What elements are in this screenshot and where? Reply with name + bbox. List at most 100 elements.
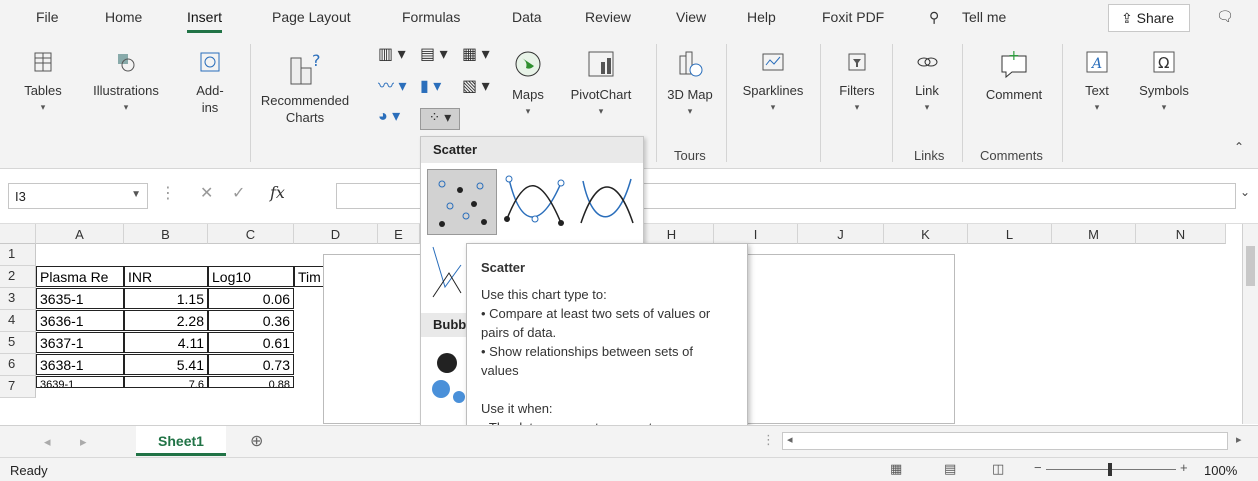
zoom-level[interactable]: 100% — [1204, 463, 1237, 478]
cell-b7[interactable]: 7.6 — [124, 376, 208, 388]
zoom-out-icon[interactable]: − — [1034, 460, 1042, 475]
tell-me-box[interactable]: Tell me — [962, 9, 1006, 25]
cell-b6[interactable]: 5.41 — [124, 354, 208, 375]
cell-c3[interactable]: 0.06 — [208, 288, 294, 309]
filters-button[interactable]: Filters ▾ — [828, 48, 886, 116]
cell-a3[interactable]: 3635-1 — [36, 288, 124, 309]
link-button[interactable]: Link ▾ — [902, 48, 952, 116]
column-header[interactable]: D — [294, 224, 378, 244]
tab-data[interactable]: Data — [512, 9, 542, 25]
enter-icon[interactable]: ✓ — [232, 183, 245, 203]
tab-help[interactable]: Help — [747, 9, 776, 25]
search-icon[interactable]: ⚲ — [929, 9, 939, 26]
sparklines-button[interactable]: Sparklines ▾ — [734, 48, 812, 116]
row-header[interactable]: 6 — [0, 354, 36, 376]
line-chart-icon[interactable]: 〰 ▾ — [378, 78, 406, 95]
row-header[interactable]: 4 — [0, 310, 36, 332]
tab-foxit-pdf[interactable]: Foxit PDF — [822, 9, 884, 25]
column-header[interactable]: M — [1052, 224, 1136, 244]
column-header[interactable]: J — [798, 224, 884, 244]
horizontal-scrollbar[interactable]: ◂ — [782, 432, 1228, 450]
cell-b5[interactable]: 4.11 — [124, 332, 208, 353]
tab-view[interactable]: View — [676, 9, 706, 25]
share-button[interactable]: ⇪ Share — [1108, 4, 1190, 32]
cell-c7[interactable]: 0.88 — [208, 376, 294, 388]
cell-d2[interactable]: Tim — [294, 266, 324, 287]
insert-function-icon[interactable]: fx — [270, 183, 285, 202]
tab-page-layout[interactable]: Page Layout — [272, 9, 351, 25]
addins-button[interactable]: Add-ins — [190, 48, 230, 116]
cell-b2[interactable]: INR — [124, 266, 208, 287]
add-sheet-icon[interactable]: ⊕ — [250, 431, 263, 451]
normal-view-icon[interactable]: ▦ — [890, 461, 902, 477]
tab-review[interactable]: Review — [585, 9, 631, 25]
scatter-smooth-markers-thumbnail[interactable] — [501, 169, 571, 235]
scatter-thumbnail[interactable] — [427, 169, 497, 235]
pivotchart-button[interactable]: PivotChart ▾ — [560, 48, 642, 120]
column-header[interactable]: E — [378, 224, 420, 244]
tables-button[interactable]: Tables ▾ — [18, 48, 68, 116]
cell-b3[interactable]: 1.15 — [124, 288, 208, 309]
cell-a5[interactable]: 3637-1 — [36, 332, 124, 353]
comment-button[interactable]: + Comment — [972, 48, 1056, 103]
row-header[interactable]: 3 — [0, 288, 36, 310]
cell-b4[interactable]: 2.28 — [124, 310, 208, 331]
scatter-chart-button[interactable]: ⁘ ▾ — [420, 108, 460, 130]
zoom-in-icon[interactable]: + — [1180, 460, 1188, 475]
cell-c4[interactable]: 0.36 — [208, 310, 294, 331]
scroll-right-end-icon[interactable]: ▸ — [1236, 433, 1242, 446]
column-header[interactable]: B — [124, 224, 208, 244]
tab-insert[interactable]: Insert — [187, 9, 223, 33]
combo-chart-icon[interactable]: ▧ ▾ — [462, 78, 490, 95]
bubble-thumbnail[interactable] — [427, 343, 467, 409]
cell-a6[interactable]: 3638-1 — [36, 354, 124, 375]
row-header[interactable]: 1 — [0, 244, 36, 266]
3d-map-button[interactable]: 3D Map ▾ — [666, 48, 714, 120]
name-box[interactable]: I3 ▼ — [8, 183, 148, 209]
page-layout-view-icon[interactable]: ▤ — [944, 461, 956, 477]
vertical-scrollbar[interactable] — [1242, 224, 1258, 424]
illustrations-button[interactable]: Illustrations ▾ — [76, 48, 176, 116]
text-button[interactable]: A Text ▾ — [1072, 48, 1122, 116]
page-break-view-icon[interactable]: ◫ — [992, 461, 1004, 477]
tab-file[interactable]: File — [36, 9, 59, 25]
scroll-left-icon[interactable]: ◂ — [44, 434, 51, 450]
expand-formula-icon[interactable]: ⌄ — [1240, 185, 1250, 199]
recommended-charts-button[interactable]: ? Recommended Charts — [260, 48, 350, 126]
cell-a4[interactable]: 3636-1 — [36, 310, 124, 331]
pie-chart-icon[interactable]: ◕ ▾ — [378, 108, 400, 125]
sparklines-icon — [762, 53, 784, 71]
scroll-right-icon[interactable]: ▸ — [80, 434, 87, 450]
scatter-smooth-lines-thumbnail[interactable] — [573, 169, 643, 235]
symbols-button[interactable]: Ω Symbols ▾ — [1130, 48, 1198, 116]
cell-c5[interactable]: 0.61 — [208, 332, 294, 353]
cell-a2[interactable]: Plasma Re — [36, 266, 124, 287]
maps-button[interactable]: Maps ▾ — [508, 48, 548, 120]
column-header[interactable]: A — [36, 224, 124, 244]
tab-formulas[interactable]: Formulas — [402, 9, 460, 25]
dropdown-header: Scatter — [421, 137, 643, 163]
cell-c6[interactable]: 0.73 — [208, 354, 294, 375]
collapse-ribbon-icon[interactable]: ⌃ — [1234, 140, 1244, 154]
zoom-slider-thumb[interactable] — [1108, 463, 1112, 476]
select-all-corner[interactable] — [0, 224, 36, 244]
column-chart-icon[interactable]: ▥ ▾ — [378, 46, 406, 63]
column-header[interactable]: N — [1136, 224, 1226, 244]
sheet-tab[interactable]: Sheet1 — [136, 426, 226, 456]
column-header[interactable]: I — [714, 224, 798, 244]
row-header[interactable]: 7 — [0, 376, 36, 398]
column-header[interactable]: K — [884, 224, 968, 244]
row-header[interactable]: 2 — [0, 266, 36, 288]
statistic-chart-icon[interactable]: ▮ ▾ — [420, 78, 441, 95]
cell-c2[interactable]: Log10 — [208, 266, 294, 287]
scatter-icon — [438, 180, 487, 227]
tab-home[interactable]: Home — [105, 9, 142, 25]
cell-a7[interactable]: 3639-1 — [36, 376, 124, 388]
cancel-icon[interactable]: ✕ — [200, 183, 213, 203]
comments-pane-icon[interactable]: 🗨 — [1216, 8, 1234, 25]
row-header[interactable]: 5 — [0, 332, 36, 354]
hierarchy-chart-icon[interactable]: ▤ ▾ — [420, 46, 448, 63]
column-header[interactable]: C — [208, 224, 294, 244]
column-header[interactable]: L — [968, 224, 1052, 244]
waterfall-chart-icon[interactable]: ▦ ▾ — [462, 46, 490, 63]
